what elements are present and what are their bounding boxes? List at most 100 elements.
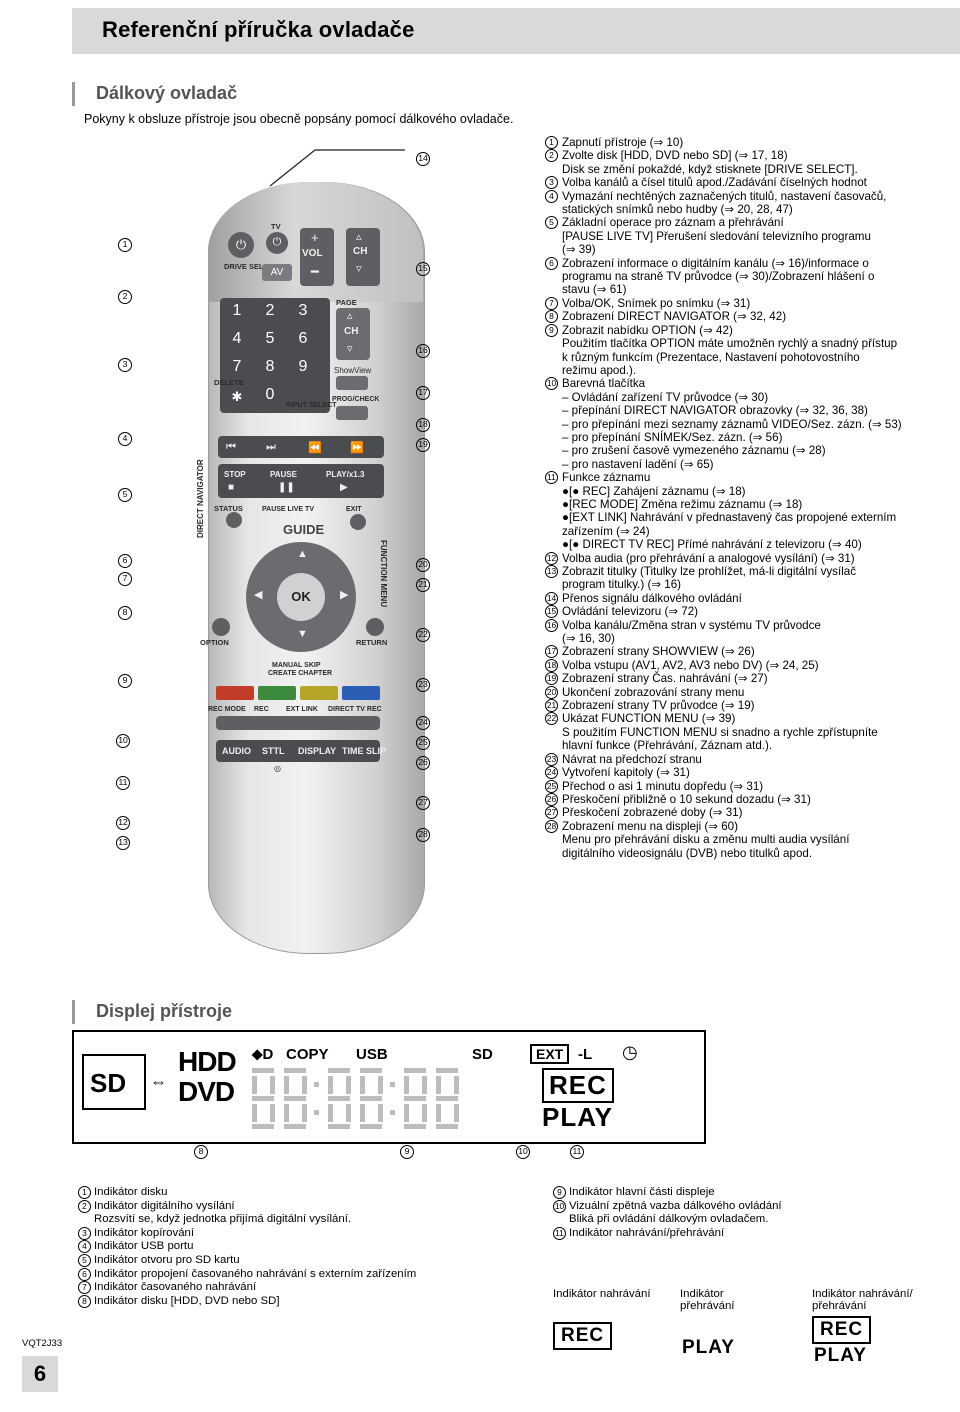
pause-icon: ❚❚	[278, 482, 295, 493]
section-title-remote: Dálkový ovladač	[96, 83, 238, 103]
transfer-arrows-icon: ⇔	[150, 1072, 167, 1091]
remote-illustration: ⏻ DRIVE SELECT TV ⏻ AV + VOL ━ ▵ CH ▿ 1 …	[150, 140, 530, 980]
display-button[interactable]: DISPLAY	[298, 746, 336, 756]
play-label: PLAY/x1.3	[326, 470, 365, 479]
legend-row: Rozsvítí se, když jednotka přijímá digit…	[94, 1213, 352, 1226]
star-button[interactable]: ✱	[222, 386, 252, 408]
number-9-button[interactable]: 9	[288, 356, 318, 378]
number-0-button[interactable]: 0	[255, 384, 285, 406]
audio-button[interactable]: AUDIO	[222, 746, 251, 756]
display-callout-11: 11	[570, 1145, 584, 1159]
skip-back-icon: ⏮	[226, 441, 236, 453]
color-button-red[interactable]	[216, 686, 254, 700]
page-number: 6	[22, 1356, 58, 1392]
legend-row: programu na straně TV průvodce (⇒ 30)/Zo…	[562, 270, 875, 284]
channel-down-icon: ▿	[356, 263, 362, 275]
legend-row: 4 Indikátor USB portu	[78, 1240, 548, 1254]
section-rule-remote	[72, 82, 75, 106]
ok-button[interactable]: OK	[277, 573, 325, 621]
callout-left-5: 5	[118, 488, 132, 502]
power-button[interactable]: ⏻	[228, 232, 254, 258]
showview-button[interactable]	[336, 376, 368, 390]
color-button-green[interactable]	[258, 686, 296, 700]
number-1-button[interactable]: 1	[222, 300, 252, 322]
legend-row: 26 Přeskočení přibližně o 10 sekund dozad…	[545, 792, 811, 806]
callout-right-14: 14	[416, 152, 430, 166]
legend-row: Menu pro přehrávání disku a změnu multi …	[562, 833, 850, 847]
number-6-button[interactable]: 6	[288, 328, 318, 350]
prog-check-button[interactable]	[336, 406, 368, 420]
legend-row: 20 Ukončení zobrazování strany menu	[545, 685, 745, 699]
number-5-button[interactable]: 5	[255, 328, 285, 350]
legend-row: 9 Indikátor hlavní části displeje	[553, 1186, 943, 1200]
callout-left-2: 2	[118, 290, 132, 304]
callout-right-20: 20	[416, 558, 430, 572]
dpad-right-icon: ▶	[340, 589, 349, 601]
display-callout-10: 10	[516, 1145, 530, 1159]
av-button[interactable]: AV	[262, 264, 292, 281]
rec-indicator-label: REC	[542, 1068, 614, 1103]
legend-row: 9 Zobrazit nabídku OPTION (⇒ 42)	[545, 323, 945, 337]
time-slip-button[interactable]: TIME SLIP	[342, 746, 386, 756]
legend-row: – pro přepínání SNÍMEK/Sez. zázn. (⇒ 56)	[562, 430, 783, 444]
color-button-blue[interactable]	[342, 686, 380, 700]
legend-row: 23 Návrat na předchozí stranu	[545, 752, 702, 766]
legend-row: Bliká při ovládání dálkovým ovladačem.	[569, 1213, 769, 1226]
exit-button[interactable]	[350, 514, 366, 530]
legend-row: 8 Indikátor disku [HDD, DVD nebo SD]	[78, 1294, 548, 1309]
function-menu-label: FUNCTION MENU	[379, 540, 388, 608]
pause-label: PAUSE	[270, 470, 297, 479]
rec-mode-label: REC MODE	[208, 706, 246, 713]
status-label: STATUS	[214, 504, 243, 513]
legend-row: 28 Zobrazení menu na displeji (⇒ 60)	[545, 819, 738, 833]
pause-live-tv-label: PAUSE LIVE TV	[262, 506, 314, 513]
record-functions-row[interactable]	[216, 716, 380, 730]
legend-row: 6 Indikátor propojení časovaného nahráván…	[78, 1267, 548, 1282]
number-7-button[interactable]: 7	[222, 356, 252, 378]
sd-logo-icon: ◎	[274, 764, 281, 773]
legend-row: ●[● REC] Zahájení záznamu (⇒ 18)	[562, 484, 746, 498]
display-callout-9: 9	[400, 1145, 414, 1159]
tv-power-button[interactable]: ⏻	[266, 232, 288, 254]
sd-indicator-label: SD	[472, 1046, 493, 1063]
tv-channel-rocker[interactable]	[346, 228, 380, 286]
callout-right-22: 22	[416, 628, 430, 642]
callout-left-11: 11	[116, 776, 130, 790]
callout-left-9: 9	[118, 674, 132, 688]
number-4-button[interactable]: 4	[222, 328, 252, 350]
option-button[interactable]	[212, 618, 230, 636]
legend-row: 13 Zobrazit titulky (Titulky lze prohlíže…	[545, 565, 857, 578]
color-button-yellow[interactable]	[300, 686, 338, 700]
legend-row: 19 Zobrazení strany Čas. nahrávání (⇒ 27)	[545, 672, 768, 686]
number-2-button[interactable]: 2	[255, 300, 285, 322]
digital-indicator-label: ⬥D	[252, 1046, 274, 1063]
number-3-button[interactable]: 3	[288, 300, 318, 322]
legend-row: 3 Indikátor kopírování	[78, 1226, 548, 1241]
legend-row: 1 Zapnutí přístroje (⇒ 10)	[545, 136, 945, 149]
status-button[interactable]	[226, 512, 242, 528]
copy-indicator-label: COPY	[286, 1046, 329, 1063]
option-label: OPTION	[200, 638, 229, 647]
play-indicator-label: PLAY	[542, 1102, 613, 1132]
legend-row: 15 Ovládání televizoru (⇒ 72)	[545, 605, 699, 619]
number-8-button[interactable]: 8	[255, 356, 285, 378]
channel-up-icon: ▵	[356, 231, 362, 243]
hdd-label: HDD	[178, 1046, 237, 1077]
legend-row: statických snímků nebo hudby (⇒ 20, 28, …	[562, 203, 793, 217]
sttl-button[interactable]: STTL	[262, 746, 285, 756]
rec-badge: REC	[812, 1316, 872, 1344]
display-callout-8: 8	[194, 1145, 208, 1159]
ch-label: CH	[344, 326, 359, 337]
page-header: Referenční příručka ovladače	[72, 8, 960, 54]
tv-label: TV	[271, 222, 281, 231]
return-button[interactable]	[366, 618, 384, 636]
callout-left-7: 7	[118, 572, 132, 586]
volume-label: VOL	[302, 248, 323, 259]
callout-right-28: 28	[416, 828, 430, 842]
play-icon: ▶	[340, 482, 348, 493]
legend-row: 5 Základní operace pro záznam a přehráván…	[545, 216, 945, 230]
tv-channel-label: CH	[353, 246, 368, 257]
legend-row: digitálního videosignálu (DVB) nebo titu…	[562, 846, 813, 860]
legend-row: stavu (⇒ 61)	[562, 283, 627, 297]
legend-row: 21 Zobrazení strany TV průvodce (⇒ 19)	[545, 699, 755, 713]
